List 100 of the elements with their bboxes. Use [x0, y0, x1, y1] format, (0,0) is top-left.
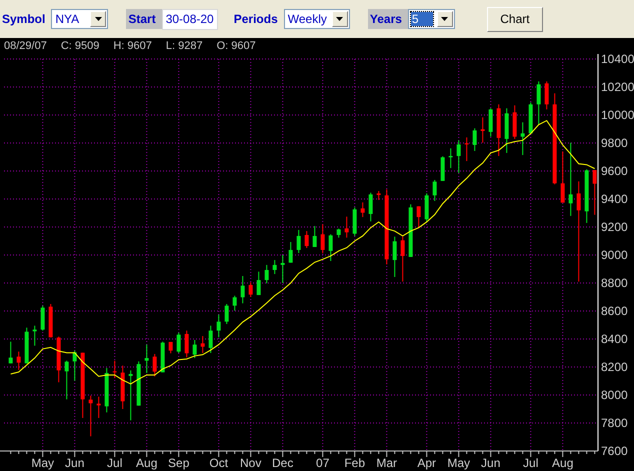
axis-label: 7800 [601, 416, 628, 430]
caret-icon [94, 17, 102, 21]
candlestick [40, 305, 45, 332]
info-value: 08/29/07 [4, 40, 47, 52]
dropdown-button[interactable] [90, 11, 106, 27]
input-field[interactable]: 30-08-20 [162, 8, 218, 30]
candlestick [336, 228, 341, 238]
field-label: Start [126, 9, 162, 29]
axis-label: 8200 [601, 360, 628, 374]
candlestick [160, 341, 165, 373]
axis-label: May [447, 456, 470, 470]
candlestick [240, 276, 245, 304]
candlestick [504, 108, 509, 154]
dropdown[interactable]: 5 [408, 9, 455, 29]
candlestick [464, 136, 469, 162]
candlestick [80, 352, 85, 418]
axis-label: Nov [240, 456, 262, 470]
candlestick [488, 108, 493, 138]
candlestick [64, 360, 69, 400]
dropdown-button[interactable] [436, 11, 453, 27]
candlestick [280, 254, 285, 284]
axis-label: 07 [316, 456, 330, 470]
axis-label: May [31, 456, 54, 470]
axis-label: Aug [136, 456, 158, 470]
candlestick [248, 282, 253, 298]
caret-icon [336, 17, 344, 21]
candlestick [88, 395, 93, 437]
axis-label: Aug [552, 456, 574, 470]
candlestick [584, 168, 589, 224]
candlestick [408, 204, 413, 258]
dropdown[interactable]: NYA [51, 9, 108, 29]
candlestick [432, 179, 437, 202]
dropdown-button[interactable] [332, 11, 348, 27]
candlestick [272, 260, 277, 275]
candlestick [376, 190, 381, 200]
caret-icon [441, 17, 448, 21]
candlestick [304, 230, 309, 248]
info-value: O: 9607 [216, 40, 256, 52]
candlestick [8, 341, 13, 364]
candlestick [16, 351, 21, 370]
info-value: C: 9509 [60, 40, 100, 52]
candlestick [104, 367, 109, 413]
candlestick [112, 360, 117, 379]
candlestick [32, 325, 37, 346]
axis-label: Jul [523, 456, 538, 470]
candlestick [544, 80, 549, 110]
axis-label: 9200 [601, 220, 628, 234]
candlestick [528, 102, 533, 134]
axis-label: 8000 [601, 388, 628, 402]
axis-label: Jun [481, 456, 500, 470]
axis-label: 10000 [601, 108, 634, 122]
candlestick [256, 271, 261, 296]
candlestick [296, 229, 301, 254]
candlestick [560, 150, 565, 204]
axis-label: Oct [209, 456, 228, 470]
candlestick [288, 241, 293, 264]
candlestick [368, 192, 373, 222]
candlestick [224, 304, 229, 325]
candlestick [48, 304, 53, 338]
candlestick [264, 264, 269, 284]
candlestick [328, 234, 333, 262]
axis-label: Feb [344, 456, 366, 470]
candlestick [312, 226, 317, 248]
candlestick [392, 236, 397, 278]
candlestick [96, 396, 101, 418]
chart-button[interactable]: Chart [486, 6, 543, 32]
candlestick [72, 350, 77, 382]
axis-label: 8400 [601, 332, 628, 346]
candlestick [592, 170, 597, 216]
candlestick [176, 332, 181, 354]
axis-label: 9000 [601, 248, 628, 262]
field-label: Symbol [1, 11, 46, 28]
field-label: Periods [232, 11, 279, 28]
candlestick [208, 325, 213, 354]
axis-label: 10200 [601, 80, 634, 94]
dropdown[interactable]: Weekly [284, 9, 350, 29]
candlestick [168, 341, 173, 354]
info-value: L: 9287 [166, 40, 203, 52]
candlestick [424, 192, 429, 222]
candlestick [456, 140, 461, 174]
candlestick [216, 314, 221, 338]
candlestick [448, 148, 453, 169]
candlestick [152, 353, 157, 377]
candlestick [480, 116, 485, 144]
candlestick [472, 128, 477, 152]
candlestick [416, 206, 421, 228]
candlestick [192, 339, 197, 359]
axis-label: Mar [376, 456, 398, 470]
candlestick [320, 224, 325, 254]
candlestick [360, 202, 365, 218]
axis-label: 9600 [601, 164, 628, 178]
axis-label: Jun [65, 456, 84, 470]
candlestick [520, 122, 525, 156]
axis-label: 9800 [601, 136, 628, 150]
candlestick [344, 216, 349, 238]
candlestick [496, 104, 501, 157]
candlestick [24, 327, 29, 364]
candlestick [200, 336, 205, 354]
candlestick [128, 370, 133, 421]
candlestick [512, 104, 517, 140]
